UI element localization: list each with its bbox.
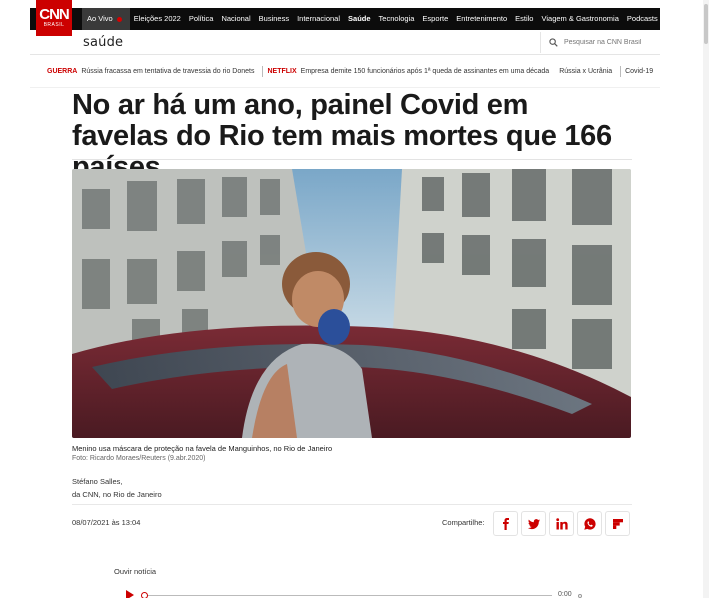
audio-progress-track[interactable] [148,595,552,596]
search-box[interactable] [540,32,658,53]
author-name: Stéfano Salles, [72,477,123,486]
nav-item-tecnologia[interactable]: Tecnologia [375,8,419,30]
ticker-text: Rússia x Ucrânia [559,68,613,75]
nav-items: Ao Vivo Eleições 2022 Política Nacional … [82,8,662,30]
ticker-item[interactable]: GUERRA Rússia fracassa em tentativa de t… [47,68,258,75]
audio-player: 0:00 [126,588,586,598]
logo-text: CNN [39,5,69,23]
flipboard-icon [612,518,623,529]
ticker-text: Empresa demite 150 funcionários após 1ª … [300,68,550,75]
photo-credit: Foto: Ricardo Moraes/Reuters (9.abr.2020… [72,455,206,462]
divider [72,504,632,505]
ticker-divider [620,66,622,77]
ticker-item[interactable]: NETFLIX Empresa demite 150 funcionários … [267,68,553,75]
section-title[interactable]: saúde [83,35,123,50]
publish-date: 08/07/2021 às 13:04 [72,518,141,527]
nav-item-saude[interactable]: Saúde [344,8,375,30]
nav-item-podcasts[interactable]: Podcasts [623,8,662,30]
live-indicator-icon [116,16,122,22]
share-linkedin-button[interactable] [549,511,574,536]
audio-time: 0:00 [558,591,572,598]
nav-item-label: Ao Vivo [87,14,113,23]
favela-street-photo [72,169,631,438]
ticker-item[interactable]: Covid-19 [625,68,657,75]
nav-item-esporte[interactable]: Esporte [418,8,452,30]
article-photo[interactable] [72,169,631,438]
nav-item-nacional[interactable]: Nacional [217,8,254,30]
nav-item-internacional[interactable]: Internacional [293,8,344,30]
nav-item-ao-vivo[interactable]: Ao Vivo [82,8,130,30]
top-nav: CNN BRASIL Ao Vivo Eleições 2022 Polític… [30,0,662,36]
share-twitter-button[interactable] [521,511,546,536]
ticker-item[interactable]: Rússia x Ucrânia [559,68,616,75]
cnn-brasil-logo[interactable]: CNN BRASIL [36,0,72,36]
ticker-tag: GUERRA [47,68,78,75]
ticker-tag: NETFLIX [267,68,297,75]
section-bar: saúde [30,31,660,55]
listen-label: Ouvir notícia [114,567,157,576]
scrollbar[interactable] [703,0,709,598]
search-input[interactable] [564,39,654,46]
nav-item-politica[interactable]: Política [185,8,218,30]
volume-icon[interactable] [578,594,582,598]
whatsapp-icon [583,517,596,530]
author-block: Stéfano Salles, da CNN, no Rio de Janeir… [72,475,162,501]
share-facebook-button[interactable] [493,511,518,536]
nav-item-viagem[interactable]: Viagem & Gastronomia [537,8,622,30]
twitter-icon [527,518,540,529]
nav-item-estilo[interactable]: Estilo [511,8,537,30]
photo-caption: Menino usa máscara de proteção na favela… [72,444,333,453]
ticker-text: Rússia fracassa em tentativa de travessi… [81,68,255,75]
share-label: Compartilhe: [442,518,485,527]
logo-subtext: BRASIL [43,21,65,28]
nav-item-business[interactable]: Business [255,8,293,30]
facebook-icon [502,517,509,530]
play-icon[interactable] [126,590,134,598]
divider [72,159,632,160]
ticker-divider [262,66,264,77]
author-location: da CNN, no Rio de Janeiro [72,490,162,499]
scrollbar-thumb[interactable] [704,4,708,44]
linkedin-icon [555,517,568,529]
nav-item-entretenimento[interactable]: Entretenimento [452,8,511,30]
nav-item-eleicoes[interactable]: Eleições 2022 [130,8,185,30]
trending-ticker: GUERRA Rússia fracassa em tentativa de t… [30,56,660,88]
share-flipboard-button[interactable] [605,511,630,536]
ticker-text: Covid-19 [625,68,654,75]
audio-progress-knob[interactable] [141,592,148,598]
search-icon [549,38,558,47]
share-whatsapp-button[interactable] [577,511,602,536]
